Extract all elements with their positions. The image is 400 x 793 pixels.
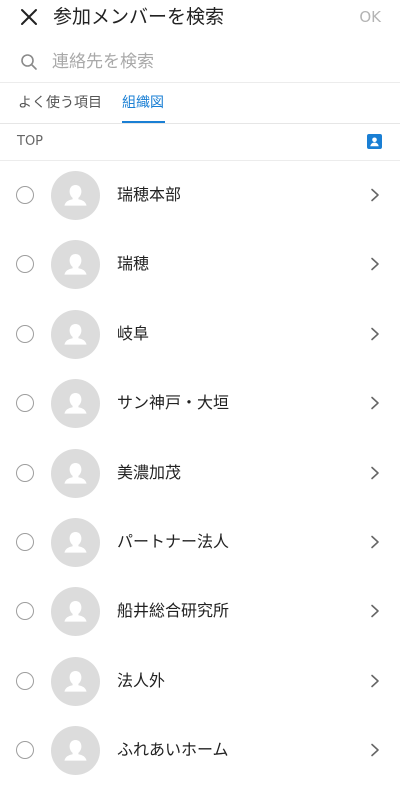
- chevron-right-icon: [371, 743, 379, 757]
- avatar: [51, 171, 100, 220]
- chevron-right-icon: [371, 535, 379, 549]
- search-input[interactable]: [52, 48, 372, 76]
- list-item[interactable]: サン神戸・大垣: [0, 369, 400, 438]
- user-icon: [64, 393, 87, 414]
- user-icon: [64, 601, 87, 622]
- avatar: [51, 726, 100, 776]
- list-item-label: 瑞穂本部: [117, 185, 182, 204]
- chevron-right-icon: [371, 466, 379, 479]
- header: 参加メンバーを検索 OK: [0, 0, 400, 34]
- org-unit-list: 瑞穂本部瑞穂岐阜サン神戸・大垣 美濃加茂パートナー法人 船井総合研究所 法人外ふれあい…: [0, 161, 400, 786]
- list-item[interactable]: 美濃加茂: [0, 439, 400, 508]
- select-radio[interactable]: [16, 255, 34, 274]
- chevron-right-icon: [371, 258, 379, 271]
- active-tab-indicator: [122, 121, 165, 123]
- chevron-right-icon: [371, 327, 379, 341]
- chevron-right-icon: [371, 396, 379, 410]
- select-radio[interactable]: [16, 532, 34, 551]
- list-item-label: サン神戸・大垣: [117, 393, 230, 413]
- list-item[interactable]: パートナー法人: [0, 508, 400, 577]
- ok-button[interactable]: OK: [359, 6, 381, 28]
- select-radio[interactable]: [16, 463, 34, 482]
- chevron-right-icon: [371, 674, 379, 688]
- list-item-label: パートナー法人: [117, 531, 230, 551]
- list-item-label: 岐阜: [117, 323, 150, 343]
- breadcrumb: TOP: [0, 124, 400, 161]
- select-radio[interactable]: [16, 324, 34, 343]
- chevron-right-icon: [371, 605, 379, 618]
- list-item-label: 瑞穂: [117, 254, 150, 274]
- user-icon: [64, 254, 87, 275]
- avatar: [51, 656, 100, 706]
- avatar: [51, 379, 100, 429]
- list-item-label: 船井総合研究所: [117, 601, 230, 621]
- list-item[interactable]: 船井総合研究所: [0, 577, 400, 646]
- tab-bar: よく使う項目 組織図: [0, 83, 400, 124]
- avatar: [51, 309, 100, 359]
- list-item[interactable]: ふれあいホーム: [0, 716, 400, 785]
- close-button[interactable]: [16, 4, 42, 30]
- list-item[interactable]: 瑞穂: [0, 230, 400, 299]
- avatar: [51, 517, 100, 567]
- list-item[interactable]: 法人外: [0, 647, 400, 716]
- search-icon: [21, 54, 37, 70]
- avatar: [51, 448, 100, 498]
- select-radio[interactable]: [16, 602, 34, 621]
- user-icon: [64, 740, 87, 761]
- chevron-right-icon: [371, 188, 379, 202]
- list-item-label: 美濃加茂: [117, 462, 182, 482]
- select-radio[interactable]: [16, 741, 34, 760]
- list-item[interactable]: 瑞穂本部: [0, 161, 400, 230]
- user-icon: [64, 323, 87, 345]
- avatar: [51, 587, 100, 637]
- close-icon: [21, 9, 37, 25]
- avatar: [51, 240, 100, 290]
- user-icon: [64, 462, 87, 484]
- user-icon: [64, 531, 87, 553]
- tab-favorites[interactable]: よく使う項目: [18, 93, 102, 113]
- list-item[interactable]: 岐阜: [0, 300, 400, 369]
- select-radio[interactable]: [16, 394, 34, 413]
- select-radio[interactable]: [16, 186, 34, 204]
- tab-org-chart[interactable]: 組織図: [122, 93, 164, 113]
- page-title: 参加メンバーを検索: [53, 6, 225, 28]
- search-bar: [0, 44, 400, 83]
- contact-card-icon[interactable]: [367, 134, 382, 149]
- breadcrumb-top[interactable]: TOP: [17, 133, 43, 151]
- user-icon: [64, 185, 87, 206]
- list-item-label: 法人外: [117, 670, 166, 690]
- list-item-label: ふれあいホーム: [117, 740, 229, 760]
- user-icon: [64, 670, 87, 692]
- select-radio[interactable]: [16, 671, 34, 690]
